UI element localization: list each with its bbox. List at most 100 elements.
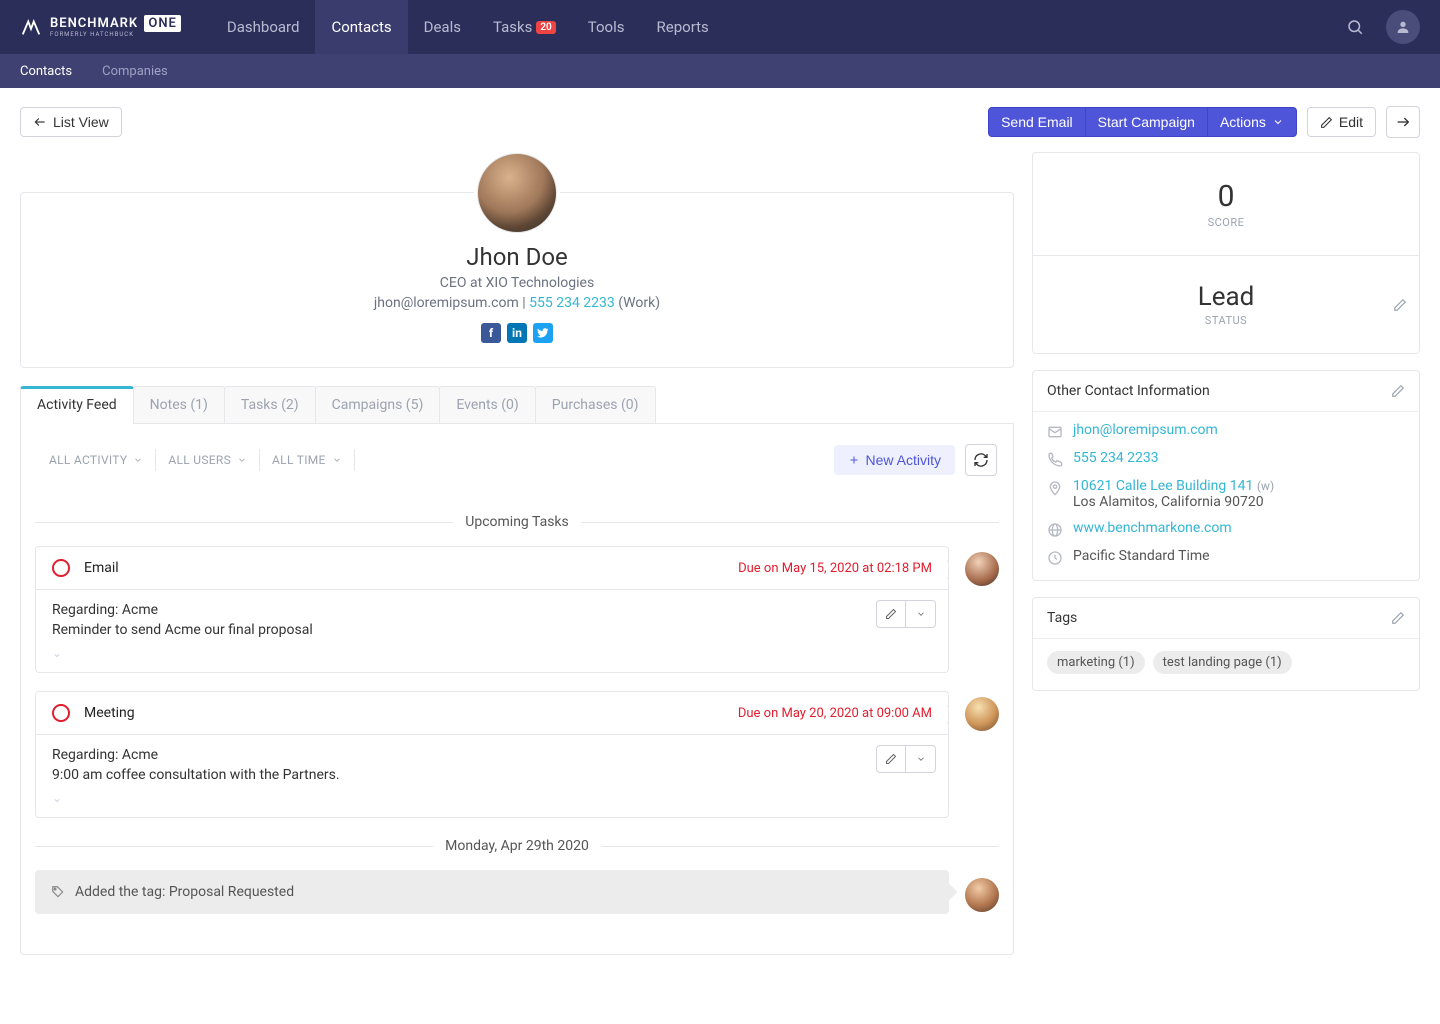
other-info-card: Other Contact Information jhon@loremipsu…	[1032, 370, 1420, 581]
profile-card: Jhon Doe CEO at XIO Technologies jhon@lo…	[20, 192, 1014, 368]
task-owner-avatar[interactable]	[965, 552, 999, 586]
top-nav: BENCHMARK ONE FORMERLY HATCHBUCK Dashboa…	[0, 0, 1440, 54]
tab-notes[interactable]: Notes (1)	[133, 386, 225, 423]
pencil-icon	[1320, 116, 1333, 129]
task-card[interactable]: Meeting Due on May 20, 2020 at 09:00 AM …	[35, 691, 949, 818]
section-day-label: Monday, Apr 29th 2020	[445, 838, 589, 854]
nav-reports[interactable]: Reports	[641, 0, 725, 54]
score-value: 0	[1043, 179, 1409, 214]
task-status-ring-icon[interactable]	[52, 704, 70, 722]
user-menu-icon[interactable]	[1386, 10, 1420, 44]
status-label: STATUS	[1043, 314, 1409, 327]
tab-events[interactable]: Events (0)	[439, 386, 535, 423]
nav-tools[interactable]: Tools	[572, 0, 641, 54]
nav-dashboard[interactable]: Dashboard	[211, 0, 316, 54]
search-icon[interactable]	[1338, 10, 1372, 44]
task-type: Email	[84, 560, 119, 576]
status-value: Lead	[1043, 282, 1409, 312]
other-info-edit-button[interactable]	[1391, 384, 1405, 398]
task-card[interactable]: Email Due on May 15, 2020 at 02:18 PM Re…	[35, 546, 949, 673]
new-activity-label: New Activity	[866, 452, 941, 468]
subnav-contacts[interactable]: Contacts	[20, 64, 72, 79]
contact-name: Jhon Doe	[41, 243, 993, 271]
tags-edit-button[interactable]	[1391, 611, 1405, 625]
subnav-companies[interactable]: Companies	[102, 64, 168, 79]
nav-deals[interactable]: Deals	[408, 0, 477, 54]
task-note: 9:00 am coffee consultation with the Par…	[52, 767, 932, 783]
mail-icon	[1047, 424, 1063, 440]
task-note: Reminder to send Acme our final proposal	[52, 622, 932, 638]
info-address-suffix: (w)	[1257, 479, 1274, 493]
filter-activity[interactable]: ALL ACTIVITY	[37, 449, 156, 471]
tab-activity[interactable]: Activity Feed	[20, 386, 134, 423]
score-status-card: 0 SCORE Lead STATUS	[1032, 152, 1420, 354]
tab-campaigns[interactable]: Campaigns (5)	[315, 386, 441, 423]
filter-activity-label: ALL ACTIVITY	[49, 453, 127, 467]
info-address-line1[interactable]: 10621 Calle Lee Building 141	[1073, 478, 1253, 494]
task-edit-button[interactable]	[876, 745, 906, 773]
contact-contact-line: jhon@loremipsum.com | 555 234 2233 (Work…	[41, 295, 993, 311]
contact-email: jhon@loremipsum.com	[374, 295, 519, 311]
info-email[interactable]: jhon@loremipsum.com	[1073, 422, 1218, 438]
page-toolbar: List View Send Email Start Campaign Acti…	[20, 106, 1420, 138]
pencil-icon	[1391, 384, 1405, 398]
task-more-button[interactable]	[906, 745, 936, 773]
tag-icon	[51, 885, 65, 899]
pencil-icon	[1391, 611, 1405, 625]
arrow-right-icon	[1395, 114, 1411, 130]
next-button[interactable]	[1386, 106, 1420, 138]
linkedin-icon[interactable]: in	[507, 323, 527, 343]
tab-purchases[interactable]: Purchases (0)	[535, 386, 656, 423]
task-more-button[interactable]	[906, 600, 936, 628]
sub-nav: Contacts Companies	[0, 54, 1440, 88]
task-type: Meeting	[84, 705, 135, 721]
nav-contacts[interactable]: Contacts	[315, 0, 407, 54]
refresh-button[interactable]	[965, 444, 997, 476]
filter-users[interactable]: ALL USERS	[156, 449, 260, 471]
phone-icon	[1047, 452, 1063, 468]
contact-avatar	[477, 153, 557, 233]
chevron-down-icon	[916, 609, 926, 619]
nav-tasks[interactable]: Tasks20	[477, 0, 572, 54]
task-expand[interactable]: ⌄	[52, 646, 932, 660]
pencil-icon	[885, 608, 897, 620]
info-website[interactable]: www.benchmarkone.com	[1073, 520, 1232, 536]
task-expand[interactable]: ⌄	[52, 791, 932, 805]
chevron-down-icon	[332, 455, 342, 465]
task-row: Meeting Due on May 20, 2020 at 09:00 AM …	[35, 691, 999, 818]
clock-icon	[1047, 550, 1063, 566]
event-owner-avatar[interactable]	[965, 878, 999, 912]
task-regarding: Regarding: Acme	[52, 747, 932, 763]
filter-time[interactable]: ALL TIME	[260, 449, 355, 471]
edit-label: Edit	[1339, 114, 1363, 130]
brand-main: BENCHMARK	[50, 16, 138, 31]
info-phone[interactable]: 555 234 2233	[1073, 450, 1159, 466]
actions-button[interactable]: Actions	[1207, 107, 1297, 137]
task-status-ring-icon[interactable]	[52, 559, 70, 577]
chevron-down-icon	[916, 754, 926, 764]
start-campaign-button[interactable]: Start Campaign	[1085, 107, 1208, 137]
pencil-icon	[1393, 298, 1407, 312]
other-info-title: Other Contact Information	[1047, 383, 1210, 399]
task-edit-button[interactable]	[876, 600, 906, 628]
status-edit-button[interactable]	[1393, 298, 1407, 312]
task-owner-avatar[interactable]	[965, 697, 999, 731]
twitter-icon[interactable]	[533, 323, 553, 343]
tag-chip[interactable]: marketing (1)	[1047, 651, 1145, 674]
task-regarding: Regarding: Acme	[52, 602, 932, 618]
list-view-button[interactable]: List View	[20, 107, 122, 137]
task-row: Email Due on May 15, 2020 at 02:18 PM Re…	[35, 546, 999, 673]
send-email-button[interactable]: Send Email	[988, 107, 1086, 137]
filter-users-label: ALL USERS	[168, 453, 231, 467]
facebook-icon[interactable]: f	[481, 323, 501, 343]
contact-phone[interactable]: 555 234 2233	[529, 295, 615, 311]
brand-logo[interactable]: BENCHMARK ONE FORMERLY HATCHBUCK	[20, 16, 181, 38]
new-activity-button[interactable]: New Activity	[834, 445, 955, 475]
tab-tasks[interactable]: Tasks (2)	[224, 386, 316, 423]
chevron-down-icon	[133, 455, 143, 465]
tag-event[interactable]: Added the tag: Proposal Requested	[35, 870, 949, 914]
tag-chip[interactable]: test landing page (1)	[1153, 651, 1292, 674]
score-label: SCORE	[1043, 216, 1409, 229]
brand-boxed: ONE	[144, 15, 181, 32]
edit-button[interactable]: Edit	[1307, 107, 1376, 137]
